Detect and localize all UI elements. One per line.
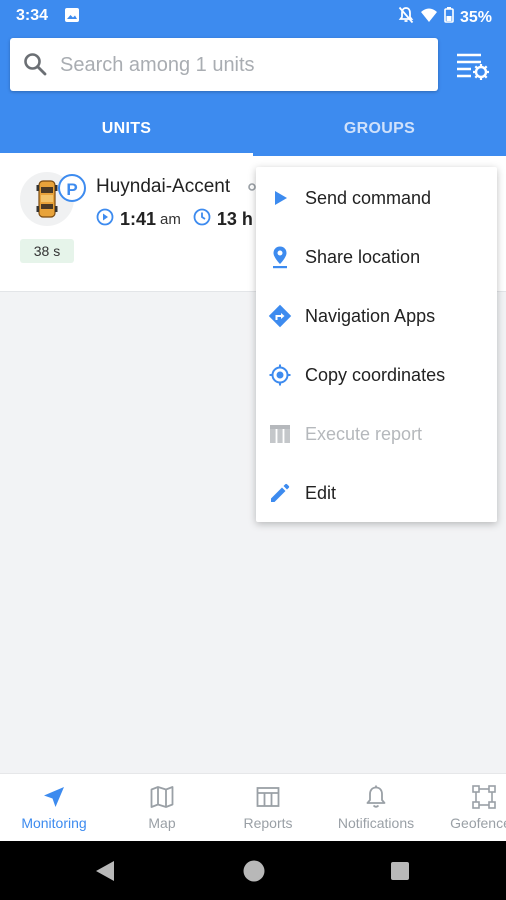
nav-map[interactable]: Map [108, 774, 216, 842]
nav-label: Monitoring [21, 815, 87, 831]
map-icon [149, 784, 175, 810]
nav-label: Map [148, 815, 176, 831]
parking-status-badge: P [58, 174, 86, 202]
crosshair-icon [268, 363, 292, 387]
tab-units[interactable]: UNITS [0, 104, 253, 156]
location-pin-icon [268, 245, 292, 269]
nav-label: Geofences [450, 815, 506, 831]
tab-groups[interactable]: GROUPS [253, 104, 506, 156]
home-icon[interactable] [242, 859, 266, 888]
data-age-badge: 38 s [20, 239, 74, 263]
nav-monitoring[interactable]: Monitoring [0, 774, 108, 842]
status-time: 3:34 [16, 7, 49, 24]
filter-settings-icon [457, 53, 489, 80]
bottom-navigation: Monitoring Map Reports Notifications Geo… [0, 773, 506, 842]
nav-reports[interactable]: Reports [214, 774, 322, 842]
search-input[interactable] [58, 48, 432, 82]
menu-item-edit[interactable]: Edit [256, 464, 497, 523]
play-icon [268, 186, 292, 210]
menu-item-label: Share location [305, 247, 421, 267]
filter-settings-button[interactable] [454, 50, 490, 82]
nav-label: Notifications [337, 815, 415, 831]
recents-icon[interactable] [390, 861, 410, 886]
table-icon [268, 422, 292, 446]
last-message-time: 1:41 [120, 209, 157, 229]
menu-item-copy-coordinates[interactable]: Copy coordinates [256, 346, 497, 405]
nav-notifications[interactable]: Notifications [322, 774, 430, 842]
menu-item-share-location[interactable]: Share location [256, 228, 497, 287]
unit-name: Huyndai-Accent [96, 176, 231, 197]
menu-item-label: Edit [305, 483, 337, 503]
image-icon [64, 7, 80, 28]
unit-context-menu: Send command Share location Navigation A… [256, 167, 497, 522]
nav-label: Reports [243, 815, 293, 831]
status-bar: 3:34 35% [0, 0, 506, 32]
menu-item-label: Execute report [305, 424, 423, 444]
geofence-icon [471, 784, 497, 810]
battery-icon [444, 7, 454, 28]
back-icon[interactable] [94, 859, 116, 888]
duration-value: 13 h [216, 209, 253, 229]
wifi-icon [420, 7, 438, 28]
search-icon [22, 51, 48, 82]
directions-icon [268, 304, 292, 328]
tab-bar: UNITS GROUPS [0, 104, 506, 156]
menu-item-navigation-apps[interactable]: Navigation Apps [256, 287, 497, 346]
menu-item-execute-report[interactable]: Execute report [256, 405, 497, 464]
last-message-ampm: am [160, 211, 181, 228]
battery-percent: 35% [459, 8, 492, 26]
menu-item-send-command[interactable]: Send command [256, 169, 497, 228]
system-navigation-bar [0, 841, 506, 900]
pencil-icon [268, 481, 292, 505]
reports-icon [255, 784, 281, 810]
mute-icon [398, 6, 414, 29]
menu-item-label: Copy coordinates [305, 365, 446, 385]
menu-item-label: Send command [305, 188, 432, 208]
navigation-arrow-icon [41, 784, 67, 810]
nav-geofences[interactable]: Geofences [430, 774, 506, 842]
bell-icon [363, 784, 389, 810]
last-message-icon [96, 208, 114, 231]
status-right-icons: 35% [398, 6, 492, 29]
menu-item-label: Navigation Apps [305, 306, 436, 326]
unit-time-row: 1:41 am 13 h [96, 208, 253, 231]
clock-icon [193, 208, 211, 231]
app-header: UNITS GROUPS [0, 32, 506, 156]
search-bar[interactable] [10, 38, 438, 91]
